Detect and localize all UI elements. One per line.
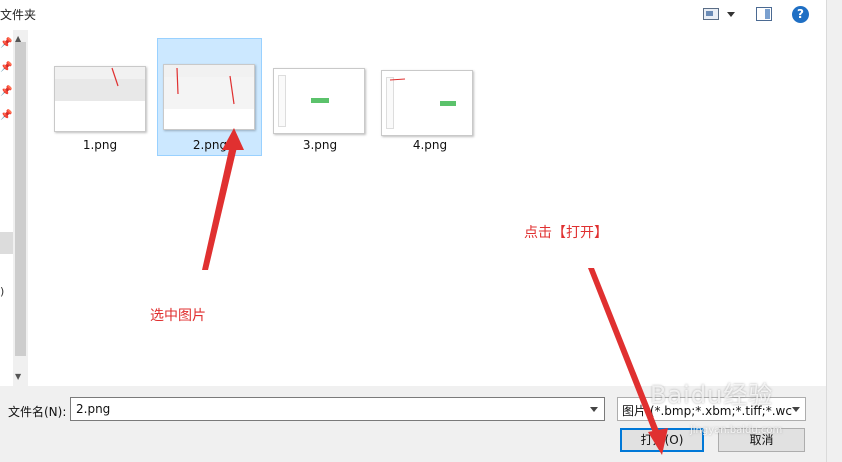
filename-value[interactable]: 2.png [76, 402, 110, 416]
preview-pane-icon[interactable] [756, 7, 772, 21]
chevron-down-icon[interactable] [792, 407, 800, 412]
folder-title: 文件夹 [0, 8, 37, 22]
pin-icon: 📌 [0, 86, 13, 97]
file-thumbnail[interactable] [163, 64, 255, 130]
chevron-down-icon[interactable] [590, 407, 598, 412]
view-dropdown-icon[interactable] [727, 12, 735, 17]
help-icon[interactable]: ? [792, 6, 809, 23]
filename-label: 文件名(N): [8, 405, 67, 419]
change-view-icon[interactable] [703, 8, 719, 20]
filename-field[interactable]: 2.png [70, 397, 605, 421]
file-name[interactable]: 3.png [270, 138, 370, 152]
arrow-to-file-icon [202, 143, 238, 270]
navigation-pane: 📌 📌 📌 📌 [0, 30, 13, 386]
scroll-down-icon[interactable]: ▼ [15, 372, 21, 381]
toolbar: 文件夹 ? [0, 0, 826, 30]
annotation-select-image: 选中图片 [150, 308, 206, 324]
watermark-url: jingyan.baidu.com [690, 425, 783, 436]
annotation-click-open: 点击【打开】 [524, 225, 608, 241]
scroll-thumb[interactable] [15, 42, 26, 356]
window-right-border [826, 0, 842, 462]
pin-icon: 📌 [0, 62, 13, 73]
file-thumbnail[interactable] [381, 70, 473, 136]
file-thumbnail[interactable] [273, 68, 365, 134]
file-name[interactable]: 4.png [380, 138, 480, 152]
file-name[interactable]: 1.png [50, 138, 150, 152]
nav-item-selected[interactable] [0, 232, 13, 254]
watermark-logo: Baidu经验 [650, 381, 774, 409]
pin-icon: 📌 [0, 38, 13, 49]
pin-icon: 📌 [0, 110, 13, 121]
nav-item-label: ) [0, 285, 5, 298]
file-name[interactable]: 2.png [160, 138, 260, 152]
file-thumbnail[interactable] [54, 66, 146, 132]
